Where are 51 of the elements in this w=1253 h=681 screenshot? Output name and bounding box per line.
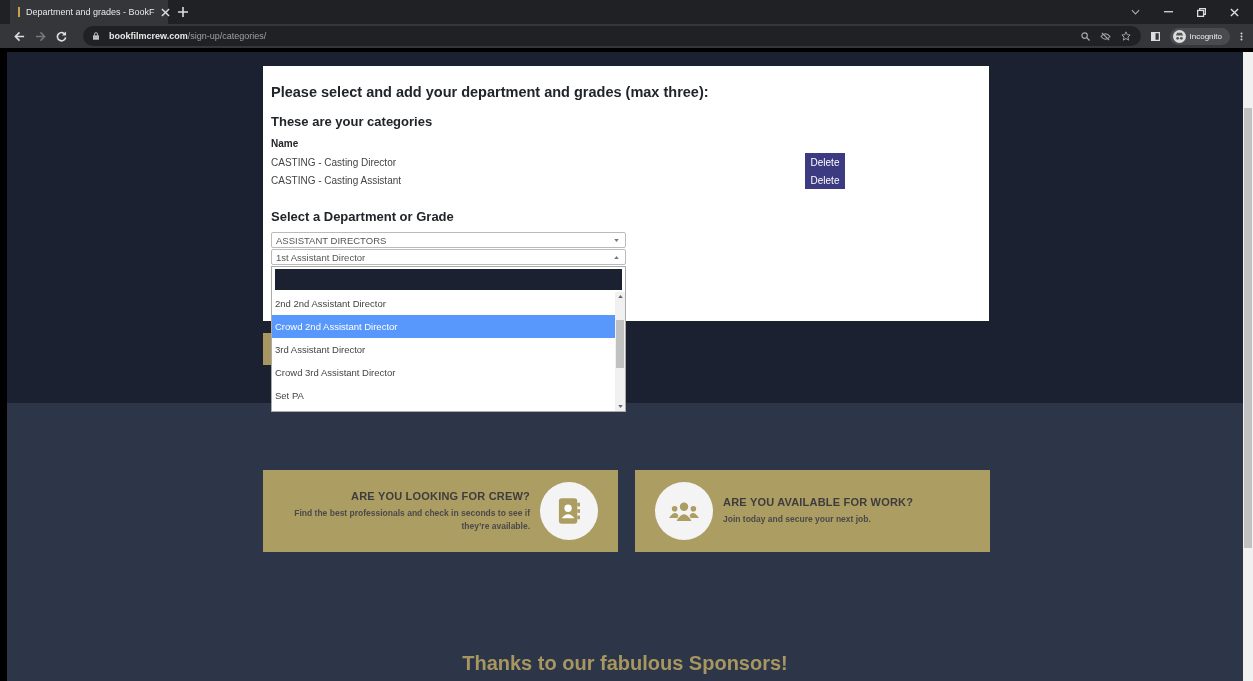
dropdown-arrow-icon [614,255,619,259]
close-icon[interactable] [1230,7,1239,17]
dropdown-option[interactable]: Crowd 3rd Assistant Director [272,361,615,384]
section-heading: These are your categories [271,114,434,129]
tab-title: Department and grades - BookF [26,7,155,17]
dropdown-arrow-icon [614,238,619,242]
menu-icon[interactable] [1240,30,1243,42]
search-field[interactable] [275,269,622,290]
reload-icon[interactable] [56,30,67,42]
page-heading: Please select and add your department and grades (max three): [271,84,710,100]
promo-text: Find the best professionals and check in seconds to see if they’re available. [293,506,530,533]
dropdown-option[interactable]: 2nd 2nd Assistant Director [272,292,615,315]
restore-icon[interactable] [1197,7,1206,17]
url-text: bookfilmcrew.com/sign-up/categories/ [109,31,267,41]
department-select[interactable]: ASSISTANT DIRECTORS [271,232,626,248]
lock-icon [93,32,99,40]
scrollbar[interactable] [615,292,625,411]
promo-banner[interactable]: ARE YOU LOOKING FOR CREW? Find the best professionals and check in seconds to see if they’re available. [263,470,618,552]
scroll-down-icon[interactable] [617,405,623,408]
star-icon[interactable] [1120,31,1131,41]
close-icon[interactable] [160,7,170,17]
promo-banner[interactable]: ARE YOU AVAILABLE FOR WORK? Join today and secure your next job. [635,470,990,552]
browser-tab[interactable]: Department and grades - BookF [10,0,168,24]
scroll-up-icon[interactable] [617,295,623,298]
chevron-down-icon[interactable] [1131,9,1140,15]
profile-button[interactable]: Incognito [1169,27,1230,45]
eye-slash-icon[interactable] [1099,31,1111,41]
delete-button[interactable]: Delete [805,153,845,171]
sponsors-heading: Thanks to our fabulous Sponsors! [461,652,789,675]
minimize-icon[interactable] [1164,11,1173,13]
section-heading: Select a Department or Grade [271,209,455,224]
incognito-icon [1172,29,1186,43]
page-scrollbar[interactable] [1243,52,1253,681]
column-header: Name [271,138,300,149]
promo-title: ARE YOU LOOKING FOR CREW? [351,489,530,502]
forward-arrow-icon[interactable] [35,30,46,42]
category-name: CASTING - Casting Assistant [271,174,402,186]
contact-book-icon [540,482,598,540]
group-icon [655,482,713,540]
grade-select[interactable]: 1st Assistant Director [271,249,626,265]
zoom-icon[interactable] [1080,31,1090,41]
back-arrow-icon[interactable] [14,30,25,42]
address-bar[interactable]: bookfilmcrew.com/sign-up/categories/ [83,26,1141,46]
promo-text: Join today and secure your next job. [723,513,872,526]
delete-button[interactable]: Delete [805,171,845,189]
category-name: CASTING - Casting Director [271,156,397,168]
dropdown-option[interactable]: Set PA [272,384,615,407]
dropdown-option[interactable]: 3rd Assistant Director [272,338,615,361]
promo-title: ARE YOU AVAILABLE FOR WORK? [723,496,914,509]
side-panel-icon[interactable] [1150,31,1160,41]
new-tab-icon[interactable] [178,7,188,17]
